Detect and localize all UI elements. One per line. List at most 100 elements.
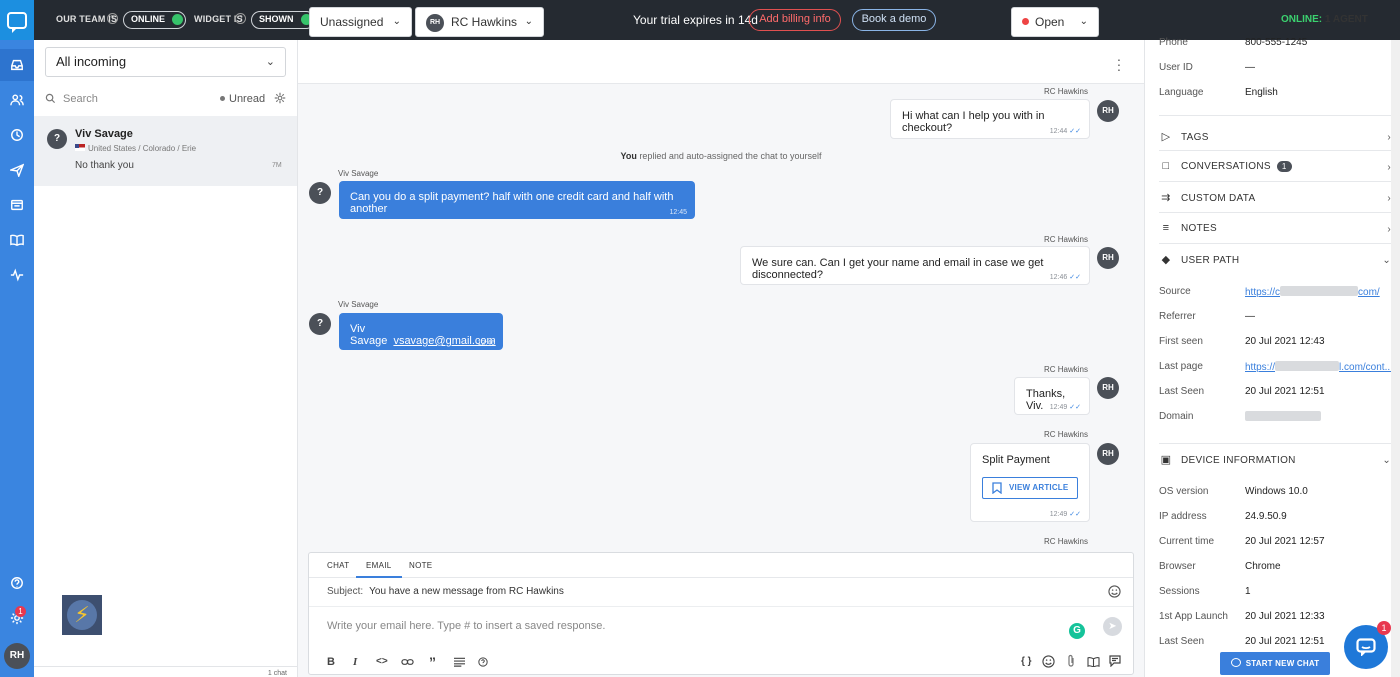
emoji-icon[interactable] — [1042, 655, 1055, 668]
contact-label: User ID — [1159, 62, 1193, 73]
system-note: You replied and auto-assigned the chat t… — [298, 151, 1144, 161]
message-bubble: Viv Savage vsavage@gmail.com 12:46 — [339, 313, 503, 350]
send-button[interactable]: ➤ — [1103, 617, 1122, 636]
reports-nav[interactable] — [8, 196, 26, 214]
variables-button[interactable]: { } — [1021, 656, 1032, 667]
start-new-chat-button[interactable]: START NEW CHAT — [1220, 652, 1330, 675]
app-thumbnail[interactable]: ⚡ — [62, 595, 102, 635]
path-label: First seen — [1159, 336, 1203, 347]
grammarly-icon[interactable]: G — [1069, 623, 1085, 639]
device-info-section[interactable]: ▣ DEVICE INFORMATION ⌄ — [1159, 453, 1391, 473]
custom-data-section[interactable]: ⇉ CUSTOM DATA › — [1159, 191, 1391, 211]
section-title: DEVICE INFORMATION — [1181, 455, 1296, 466]
bold-button[interactable]: B — [327, 656, 335, 668]
source-link[interactable]: https://c com/ — [1245, 286, 1380, 298]
users-icon — [10, 94, 24, 106]
link-icon[interactable] — [401, 657, 414, 667]
help-icon[interactable]: ? — [107, 13, 118, 24]
message-time: 12:46 ✓✓ — [1050, 273, 1081, 281]
notes-icon: ≡ — [1162, 222, 1170, 234]
tab-chat[interactable]: CHAT — [327, 561, 349, 570]
subject-label: Subject: — [327, 586, 364, 597]
quote-icon[interactable]: ” — [429, 654, 436, 670]
assignee-dropdown[interactable]: Unassigned ⌄ — [309, 7, 412, 37]
online-count: 1 AGENT — [1324, 14, 1368, 25]
trial-notice: Your trial expires in 14d — [633, 13, 758, 27]
unread-filter[interactable]: Unread — [220, 93, 265, 105]
search-icon — [45, 93, 56, 104]
add-billing-button[interactable]: Add billing info — [749, 9, 841, 31]
view-article-button[interactable]: VIEW ARTICLE — [982, 477, 1078, 499]
history-nav[interactable] — [8, 126, 26, 144]
code-button[interactable]: <> — [376, 656, 388, 667]
italic-button[interactable]: I — [353, 656, 357, 668]
chat-icon — [1230, 658, 1241, 667]
user-avatar[interactable]: RH — [4, 643, 30, 669]
gear-icon[interactable] — [274, 92, 286, 104]
last-seen-value: 20 Jul 2021 12:51 — [1245, 386, 1325, 397]
agent-avatar: RH — [1097, 443, 1119, 465]
search-input[interactable]: Search — [63, 93, 98, 105]
device-label: 1st App Launch — [1159, 611, 1228, 622]
path-label: Referrer — [1159, 311, 1196, 322]
question-icon — [11, 577, 23, 589]
book-icon[interactable] — [1087, 656, 1100, 667]
inbox-filter-value: All incoming — [56, 54, 127, 69]
attachment-icon[interactable] — [1066, 654, 1076, 668]
unread-label: Unread — [229, 93, 266, 105]
conversation-item[interactable]: ? Viv Savage United States / Colorado / … — [34, 116, 297, 186]
device-value: 24.9.50.9 — [1245, 511, 1287, 522]
team-status-toggle[interactable]: ONLINE — [123, 11, 187, 29]
help-icon[interactable] — [478, 657, 488, 667]
campaigns-nav[interactable] — [8, 161, 26, 179]
time-text: 12:46 — [1049, 274, 1068, 281]
toggle-knob — [172, 14, 184, 25]
emoji-icon[interactable] — [1108, 585, 1121, 598]
system-actor: You — [620, 151, 637, 161]
agent-dropdown[interactable]: RH RC Hawkins ⌄ — [415, 7, 544, 37]
tab-note[interactable]: NOTE — [409, 561, 432, 570]
panel-scrollbar[interactable] — [1391, 40, 1400, 677]
list-icon[interactable] — [454, 657, 465, 667]
app-logo[interactable] — [0, 0, 34, 40]
bookmark-icon — [992, 482, 1002, 494]
user-path-section[interactable]: ◆ USER PATH ⌄ — [1159, 253, 1391, 273]
contacts-nav[interactable] — [8, 91, 26, 109]
knowledge-base-nav[interactable] — [8, 231, 26, 249]
status-dropdown[interactable]: Open ⌄ — [1011, 7, 1099, 37]
book-demo-button[interactable]: Book a demo — [852, 9, 936, 31]
email-body-input[interactable]: Write your email here. Type # to insert … — [327, 620, 605, 632]
time-text: 12:49 — [1049, 511, 1068, 518]
inbox-nav[interactable] — [0, 49, 34, 81]
settings-badge: 1 — [15, 606, 26, 617]
visitor-avatar: ? — [309, 182, 331, 204]
message-time: 12:44 ✓✓ — [1050, 127, 1081, 135]
inbox-filter-dropdown[interactable]: All incoming ⌄ — [45, 47, 286, 77]
tags-section[interactable]: ▷ TAGS › — [1159, 130, 1391, 150]
team-status-value: ONLINE — [131, 14, 166, 24]
panel-divider — [1159, 443, 1391, 444]
last-page-link[interactable]: https:// l.com/cont... — [1245, 361, 1393, 373]
subject-row[interactable]: Subject: You have a new message from RC H… — [327, 586, 564, 597]
online-agents: ONLINE: 1 AGENT — [1281, 14, 1368, 25]
domain-value — [1245, 411, 1321, 423]
subject-input[interactable]: You have a new message from RC Hawkins — [369, 586, 564, 597]
saved-replies-icon[interactable] — [1109, 655, 1121, 667]
conversations-section[interactable]: □ CONVERSATIONS 1 › — [1159, 160, 1391, 180]
help-nav[interactable] — [8, 574, 26, 592]
message-time: 12:45 — [669, 209, 687, 216]
message-time: 12:49 ✓✓ — [1050, 510, 1081, 518]
list-footer: 1 chat — [34, 668, 287, 677]
section-title: CONVERSATIONS — [1181, 161, 1271, 172]
unread-dot-icon — [220, 96, 225, 101]
widget-status-toggle[interactable]: SHOWN — [251, 11, 315, 29]
article-title: Split Payment — [982, 454, 1050, 466]
analytics-nav[interactable] — [8, 266, 26, 284]
pulse-icon — [10, 268, 24, 282]
more-options-icon[interactable]: ... — [1115, 49, 1123, 73]
agent-avatar: RH — [1097, 247, 1119, 269]
tab-email[interactable]: EMAIL — [356, 561, 402, 578]
notes-section[interactable]: ≡ NOTES › — [1159, 222, 1391, 242]
chevron-down-icon: ⌄ — [1382, 455, 1391, 466]
help-icon[interactable]: ? — [235, 13, 246, 24]
